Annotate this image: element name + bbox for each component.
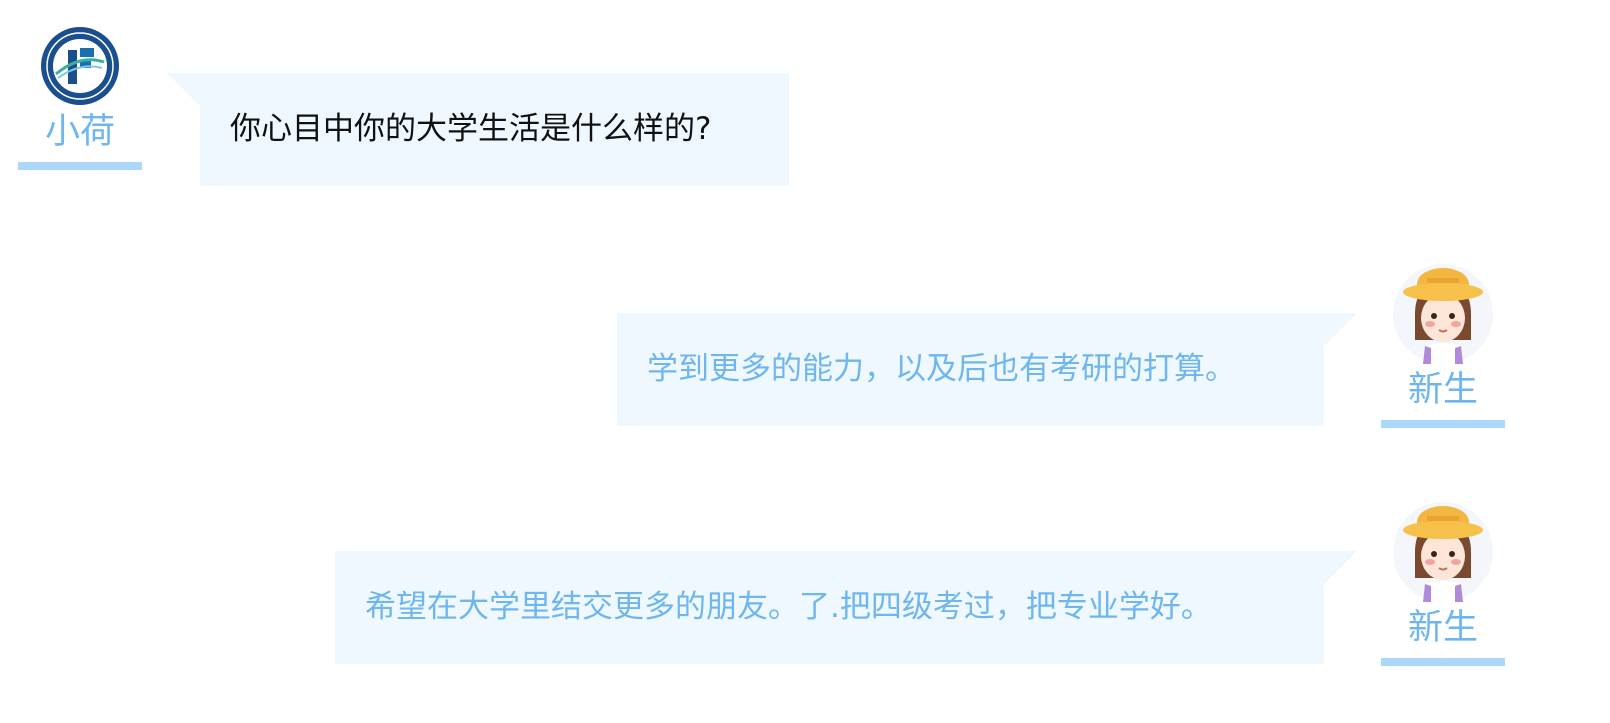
name-underline bbox=[1381, 420, 1505, 428]
message-text: 你心目中你的大学生活是什么样的? bbox=[230, 111, 712, 147]
speaker-block-xinsheng: 新生 bbox=[1381, 256, 1505, 428]
chat-thread: 小荷 你心目中你的大学生活是什么样的? 学到更多的能力，以及后也有考研的打算。 bbox=[0, 0, 1610, 723]
university-logo-icon bbox=[41, 27, 119, 105]
message-text: 希望在大学里结交更多的朋友。了.把四级考过，把专业学好。 bbox=[365, 589, 1212, 625]
message-bubble: 学到更多的能力，以及后也有考研的打算。 bbox=[617, 313, 1324, 426]
bubble-tail bbox=[1323, 551, 1357, 585]
speaker-name: 新生 bbox=[1407, 608, 1478, 648]
speaker-block-xiaohe: 小荷 bbox=[18, 26, 142, 170]
student-girl-avatar bbox=[1393, 264, 1493, 364]
student-girl-avatar bbox=[1393, 502, 1493, 602]
message-bubble: 希望在大学里结交更多的朋友。了.把四级考过，把专业学好。 bbox=[335, 551, 1324, 664]
name-underline bbox=[18, 162, 142, 170]
name-underline bbox=[1381, 658, 1505, 666]
bubble-tail bbox=[167, 73, 201, 107]
speaker-block-xinsheng: 新生 bbox=[1381, 494, 1505, 666]
speaker-name: 新生 bbox=[1407, 370, 1478, 410]
message-text: 学到更多的能力，以及后也有考研的打算。 bbox=[647, 351, 1236, 387]
message-bubble: 你心目中你的大学生活是什么样的? bbox=[200, 73, 789, 186]
speaker-name: 小荷 bbox=[44, 112, 115, 152]
bubble-tail bbox=[1323, 313, 1357, 347]
